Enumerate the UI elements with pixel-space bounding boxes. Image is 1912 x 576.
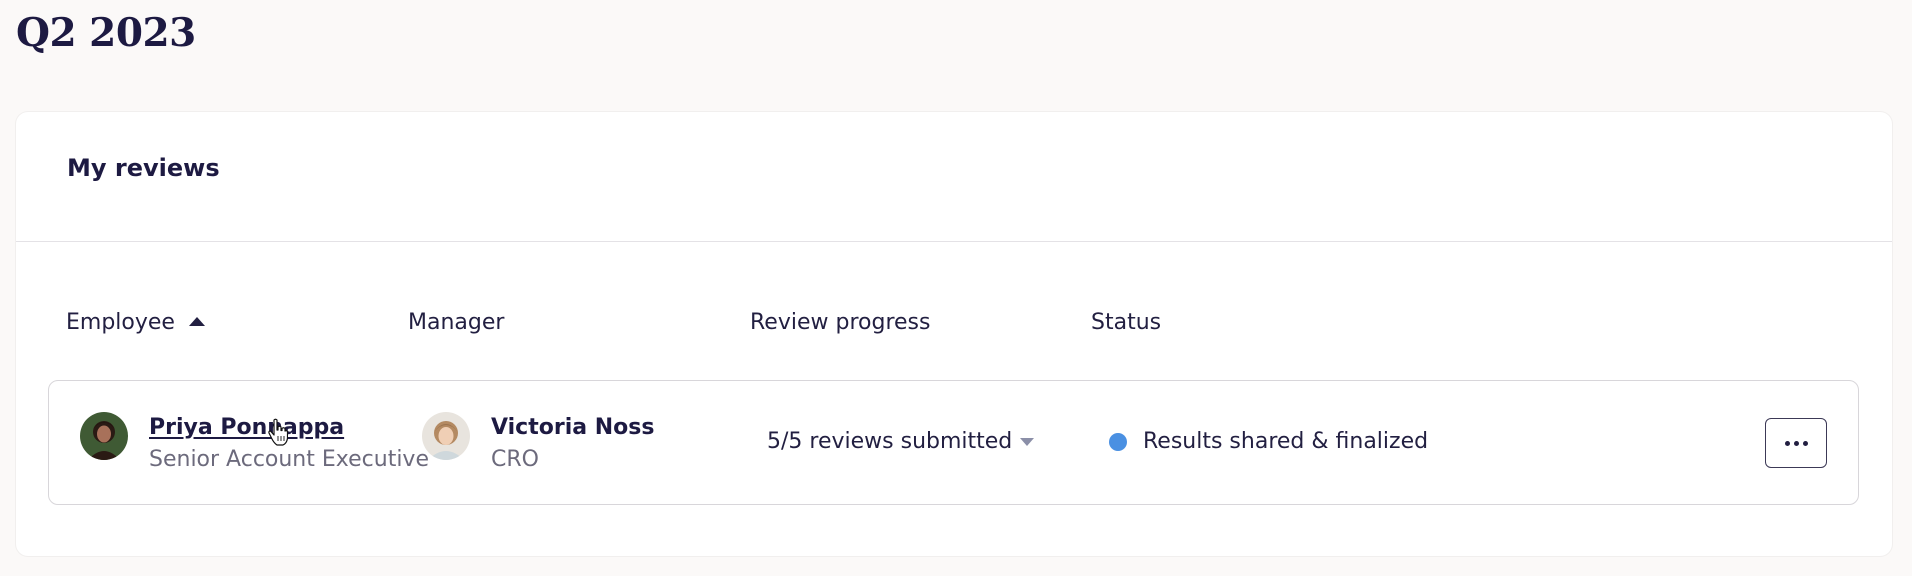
column-header-employee[interactable]: Employee	[66, 310, 205, 335]
page-title: Q2 2023	[16, 10, 196, 56]
employee-title: Senior Account Executive	[149, 447, 429, 472]
review-progress-label: 5/5 reviews submitted	[767, 429, 1013, 454]
column-header-employee-label: Employee	[66, 310, 175, 335]
review-progress-dropdown[interactable]: 5/5 reviews submitted	[767, 429, 1035, 454]
column-header-manager: Manager	[408, 310, 504, 335]
status-badge: Results shared & finalized	[1109, 429, 1428, 454]
card-title: My reviews	[67, 154, 220, 182]
more-horizontal-icon	[1784, 440, 1790, 446]
column-header-status-label: Status	[1091, 310, 1162, 335]
chevron-down-icon	[1020, 437, 1035, 446]
reviews-card: My reviews Employee Manager Review progr…	[16, 112, 1892, 556]
card-header: My reviews	[16, 112, 1892, 242]
employee-name-link[interactable]: Priya Ponnappa	[149, 415, 344, 440]
manager-title: CRO	[491, 447, 539, 472]
column-header-manager-label: Manager	[408, 310, 505, 335]
column-header-progress: Review progress	[750, 310, 930, 335]
employee-avatar	[80, 412, 128, 460]
status-label: Results shared & finalized	[1143, 429, 1429, 454]
status-dot-icon	[1109, 432, 1127, 451]
more-horizontal-icon-dot	[1793, 440, 1799, 446]
table-row: Priya Ponnappa Senior Account Executive …	[48, 380, 1859, 505]
manager-name: Victoria Noss	[491, 415, 655, 440]
more-actions-button[interactable]	[1765, 418, 1827, 468]
column-header-status: Status	[1091, 310, 1161, 335]
sort-ascending-icon[interactable]	[188, 317, 205, 326]
column-header-progress-label: Review progress	[750, 310, 931, 335]
more-horizontal-icon-dot	[1802, 440, 1808, 446]
manager-avatar	[422, 412, 470, 460]
table-header: Employee Manager Review progress Status	[16, 310, 1892, 350]
